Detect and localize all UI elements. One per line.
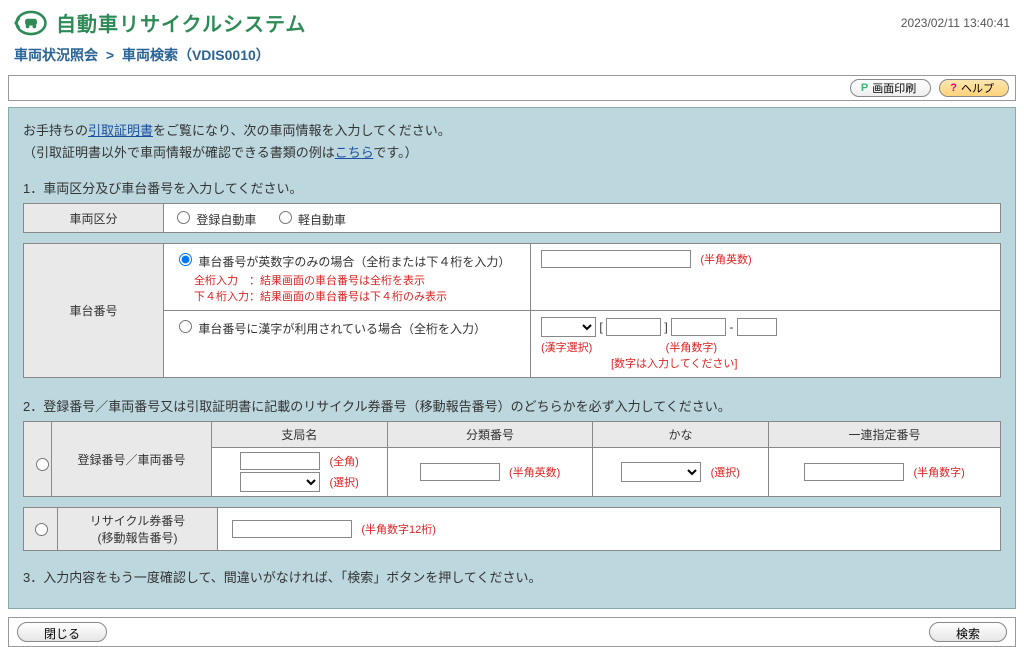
main-panel: お手持ちの引取証明書をご覧になり、次の車両情報を入力してください。 （引取証明書… xyxy=(8,107,1016,609)
chassis-opt1[interactable]: 車台番号が英数字のみの場合（全桁または下４桁を入力） xyxy=(174,255,510,269)
chassis-kanji-input1[interactable] xyxy=(606,318,661,336)
hint-full: (全角) xyxy=(329,456,358,468)
radio-chassis-alnum-label: 車台番号が英数字のみの場合（全桁または下４桁を入力） xyxy=(198,255,510,269)
vehicle-class-kei[interactable]: 軽自動車 xyxy=(274,213,346,227)
chassis-kanji-input2[interactable] xyxy=(671,318,726,336)
close-button[interactable]: 閉じる xyxy=(17,622,107,642)
chassis-note1: 全桁入力 ：結果画面の車台番号は全桁を表示 xyxy=(194,272,520,288)
print-label: 画面印刷 xyxy=(872,80,916,96)
hint-halfalnum: (半角英数) xyxy=(509,467,560,479)
radio-recycle[interactable] xyxy=(35,523,48,536)
brand: 自動車リサイクルシステム xyxy=(14,8,306,37)
header: 自動車リサイクルシステム 2023/02/11 13:40:41 xyxy=(0,0,1024,41)
radio-registered[interactable] xyxy=(177,211,190,224)
bracket-r: ] xyxy=(664,320,667,334)
recycle-table: リサイクル券番号 (移動報告番号) (半角数字12桁) xyxy=(23,507,1001,551)
vehicle-class-registered[interactable]: 登録自動車 xyxy=(172,213,260,227)
intro-2b: です。） xyxy=(373,145,417,160)
link-certificate[interactable]: 引取証明書 xyxy=(88,123,153,138)
vehicle-class-label: 車両区分 xyxy=(24,204,164,233)
kana-select[interactable] xyxy=(621,462,701,482)
search-button[interactable]: 検索 xyxy=(929,622,1007,642)
section2-title: 2．登録番号／車両番号又は引取証明書に記載のリサイクル券番号（移動報告番号）のど… xyxy=(23,396,1001,415)
recycle-label-a: リサイクル券番号 xyxy=(64,512,211,529)
chassis-label: 車台番号 xyxy=(24,244,164,378)
hint-select: (選択) xyxy=(329,477,358,489)
col-branch: 支局名 xyxy=(212,422,388,448)
help-icon: ? xyxy=(950,82,957,94)
col-kana: かな xyxy=(593,422,769,448)
recycle-number-input[interactable] xyxy=(232,520,352,538)
col-serial: 一連指定番号 xyxy=(769,422,1001,448)
chassis-table: 車台番号 車台番号が英数字のみの場合（全桁または下４桁を入力） 全桁入力 ：結果… xyxy=(23,243,1001,378)
recycle-hint: (半角数字12桁) xyxy=(361,524,436,536)
registration-table: 登録番号／車両番号 支局名 分類番号 かな 一連指定番号 (全角) (選択) (… xyxy=(23,421,1001,497)
section3-title: 3．入力内容をもう一度確認して、間違いがなければ、「検索」ボタンを押してください… xyxy=(23,567,1001,586)
recycle-logo-icon xyxy=(14,9,48,37)
chassis-hint2b: (半角数字) xyxy=(666,342,717,354)
vehicle-class-table: 車両区分 登録自動車 軽自動車 xyxy=(23,203,1001,233)
bracket-l: [ xyxy=(599,320,602,334)
radio-chassis-alnum[interactable] xyxy=(179,253,192,266)
chassis-hint1: (半角英数) xyxy=(700,254,751,266)
radio-chassis-kanji-label: 車台番号に漢字が利用されている場合（全桁を入力） xyxy=(198,322,486,336)
classno-input[interactable] xyxy=(420,463,500,481)
radio-chassis-kanji[interactable] xyxy=(179,320,192,333)
radio-registration[interactable] xyxy=(36,458,49,471)
print-button[interactable]: P 画面印刷 xyxy=(850,79,931,97)
reg-label: 登録番号／車両番号 xyxy=(52,422,212,497)
chassis-kanji-select[interactable] xyxy=(541,317,596,337)
serial-input[interactable] xyxy=(804,463,904,481)
chassis-note2: 下４桁入力：結果画面の車台番号は下４桁のみ表示 xyxy=(194,288,520,304)
breadcrumb-part1: 車両状況照会 xyxy=(14,47,98,63)
breadcrumb: 車両状況照会 > 車両検索（VDIS0010） xyxy=(0,41,1024,75)
section1-title: 1．車両区分及び車台番号を入力してください。 xyxy=(23,178,1001,197)
help-button[interactable]: ? ヘルプ xyxy=(939,79,1009,97)
radio-kei-label: 軽自動車 xyxy=(298,213,346,227)
recycle-label-b: (移動報告番号) xyxy=(64,529,211,546)
print-icon: P xyxy=(861,82,868,94)
branch-select[interactable] xyxy=(240,472,320,492)
intro-1a: お手持ちの xyxy=(23,123,88,138)
breadcrumb-sep: > xyxy=(106,47,114,63)
radio-registered-label: 登録自動車 xyxy=(196,213,256,227)
dash: - xyxy=(729,320,733,334)
hint-halfnum: (半角数字) xyxy=(914,467,965,479)
hint-select2: (選択) xyxy=(711,467,740,479)
intro-1b: をご覧になり、次の車両情報を入力してください。 xyxy=(153,123,451,138)
link-docs-example[interactable]: こちら xyxy=(335,145,374,160)
close-button-label: 閉じる xyxy=(44,627,80,641)
col-class: 分類番号 xyxy=(387,422,592,448)
chassis-kanji-input3[interactable] xyxy=(737,318,777,336)
chassis-hint2a: (漢字選択) xyxy=(541,342,592,354)
brand-title: 自動車リサイクルシステム xyxy=(56,8,306,37)
intro-text: お手持ちの引取証明書をご覧になり、次の車両情報を入力してください。 （引取証明書… xyxy=(23,120,1001,164)
branch-input[interactable] xyxy=(240,452,320,470)
search-button-label: 検索 xyxy=(956,627,980,641)
intro-2a: （引取証明書以外で車両情報が確認できる書類の例は xyxy=(23,145,335,160)
chassis-alnum-input[interactable] xyxy=(541,250,691,268)
chassis-hint2c: [数字は入力してください] xyxy=(611,355,990,371)
chassis-opt2[interactable]: 車台番号に漢字が利用されている場合（全桁を入力） xyxy=(174,322,486,336)
timestamp: 2023/02/11 13:40:41 xyxy=(901,16,1010,30)
help-label: ヘルプ xyxy=(961,80,994,96)
toolbar: P 画面印刷 ? ヘルプ xyxy=(8,75,1016,101)
breadcrumb-part2: 車両検索（VDIS0010） xyxy=(122,47,270,63)
radio-kei[interactable] xyxy=(279,211,292,224)
